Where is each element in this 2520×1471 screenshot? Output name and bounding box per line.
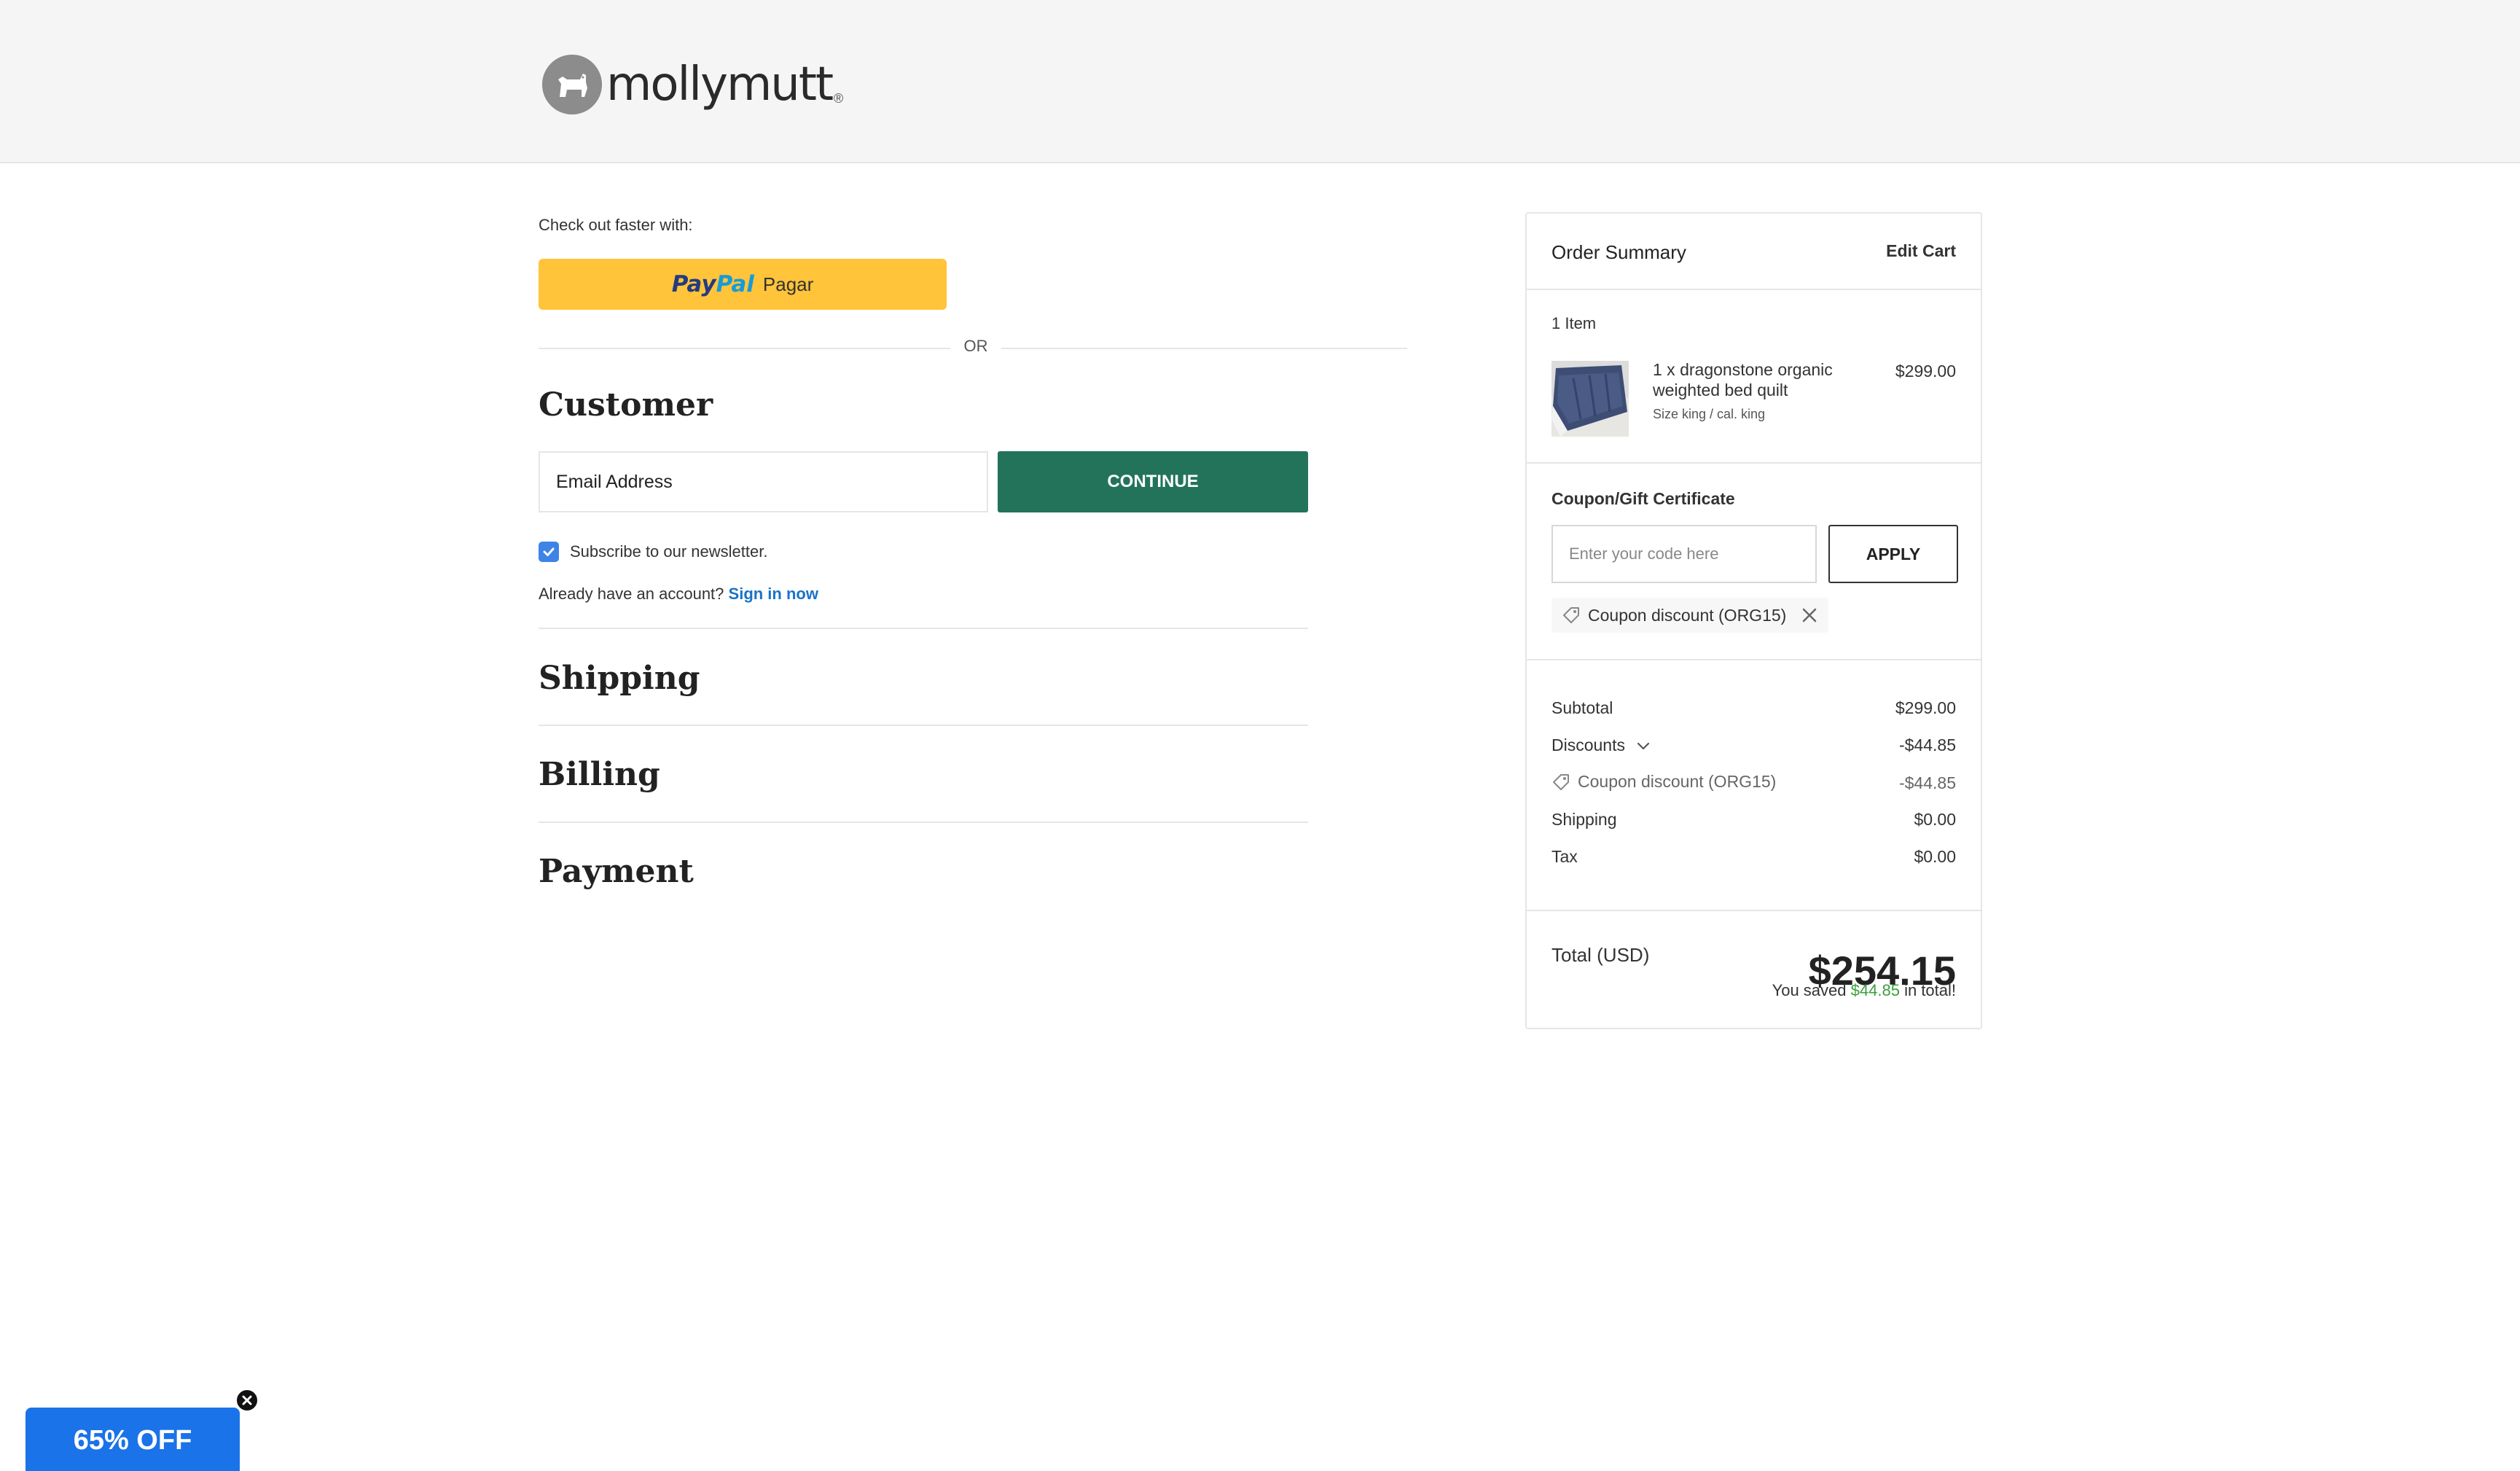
paypal-logo-pay: Pay xyxy=(671,271,716,297)
applied-coupon-chip: Coupon discount (ORG15) xyxy=(1551,598,1829,633)
total-label: Total (USD) xyxy=(1551,944,1650,966)
savings-prefix: You saved xyxy=(1772,981,1847,999)
applied-coupon-label: Coupon discount (ORG15) xyxy=(1588,605,1787,625)
section-divider xyxy=(539,725,1308,726)
savings-suffix: in total! xyxy=(1904,981,1956,999)
section-divider xyxy=(539,628,1308,629)
checkmark-icon xyxy=(543,547,555,556)
order-summary-panel: Order Summary Edit Cart 1 Item 1 x drago… xyxy=(1525,212,1982,1029)
or-text: OR xyxy=(963,337,988,355)
tag-icon xyxy=(1563,607,1579,623)
chevron-down-icon xyxy=(1637,742,1650,749)
product-name-line2: weighted bed quilt xyxy=(1653,381,1788,399)
continue-button[interactable]: CONTINUE xyxy=(998,451,1308,512)
product-name-line1: 1 x dragonstone organic xyxy=(1653,360,1833,379)
discounts-toggle[interactable]: Discounts xyxy=(1551,736,1651,755)
tag-icon xyxy=(1553,773,1569,790)
subtotal-value: $299.00 xyxy=(1895,698,1956,717)
sign-in-link[interactable]: Sign in now xyxy=(729,585,818,603)
or-line-right xyxy=(1001,348,1407,349)
shipping-label: Shipping xyxy=(1551,810,1617,829)
remove-coupon-icon[interactable] xyxy=(1801,606,1818,624)
product-option: Size king / cal. king xyxy=(1653,407,1766,421)
summary-divider xyxy=(1527,910,1981,911)
brand-logo[interactable]: mollymutt ® xyxy=(542,54,843,115)
shipping-value: $0.00 xyxy=(1914,810,1956,829)
close-promo-icon[interactable] xyxy=(235,1388,259,1413)
edit-cart-link[interactable]: Edit Cart xyxy=(1886,241,1956,261)
express-checkout-label: Check out faster with: xyxy=(539,216,693,234)
coupon-toggle-link[interactable]: Coupon/Gift Certificate xyxy=(1551,489,1735,509)
coupon-discount-label: Coupon discount (ORG15) xyxy=(1578,772,1777,791)
tax-label: Tax xyxy=(1551,847,1578,866)
subtotal-label: Subtotal xyxy=(1551,698,1613,717)
summary-divider xyxy=(1527,289,1981,290)
coupon-discount-value: -$44.85 xyxy=(1898,773,1956,792)
product-price: $299.00 xyxy=(1895,362,1956,381)
billing-heading: Billing xyxy=(539,756,660,793)
dog-logo-icon xyxy=(542,55,602,114)
section-divider xyxy=(539,822,1308,823)
brand-name: mollymutt xyxy=(606,58,834,112)
discounts-value: -$44.85 xyxy=(1898,736,1956,754)
account-prompt: Already have an account? xyxy=(539,585,724,603)
paypal-button[interactable]: PayPal Pagar xyxy=(539,259,947,310)
item-count: 1 Item xyxy=(1551,314,1597,332)
summary-divider xyxy=(1527,462,1981,464)
savings-note: You saved $44.85 in total! xyxy=(1772,981,1956,1000)
apply-coupon-button[interactable]: APPLY xyxy=(1828,525,1958,583)
discounts-label: Discounts xyxy=(1551,736,1625,754)
tax-value: $0.00 xyxy=(1914,847,1956,866)
customer-heading: Customer xyxy=(539,386,713,424)
paypal-button-label: Pagar xyxy=(762,273,814,295)
product-thumbnail xyxy=(1551,361,1629,437)
coupon-discount-row: Coupon discount (ORG15) xyxy=(1551,772,1776,792)
promo-discount-tab[interactable]: 65% OFF xyxy=(26,1408,240,1471)
account-prompt-row: Already have an account? Sign in now xyxy=(539,585,818,604)
shipping-heading: Shipping xyxy=(539,660,700,697)
order-summary-title: Order Summary xyxy=(1551,241,1686,263)
newsletter-checkbox[interactable] xyxy=(539,542,559,562)
or-line-left xyxy=(539,348,950,349)
paypal-logo-pal: Pal xyxy=(716,271,754,297)
or-separator: OR xyxy=(539,337,1407,359)
product-name: 1 x dragonstone organic weighted bed qui… xyxy=(1653,359,1871,400)
site-header: mollymutt ® xyxy=(0,0,2520,163)
email-field[interactable] xyxy=(539,451,988,512)
savings-amount: $44.85 xyxy=(1850,981,1900,999)
summary-divider xyxy=(1527,659,1981,660)
newsletter-label[interactable]: Subscribe to our newsletter. xyxy=(570,542,767,561)
registered-mark: ® xyxy=(834,91,844,106)
payment-heading: Payment xyxy=(539,853,694,890)
paypal-logo: PayPal xyxy=(672,271,754,297)
coupon-code-input[interactable] xyxy=(1551,525,1817,583)
